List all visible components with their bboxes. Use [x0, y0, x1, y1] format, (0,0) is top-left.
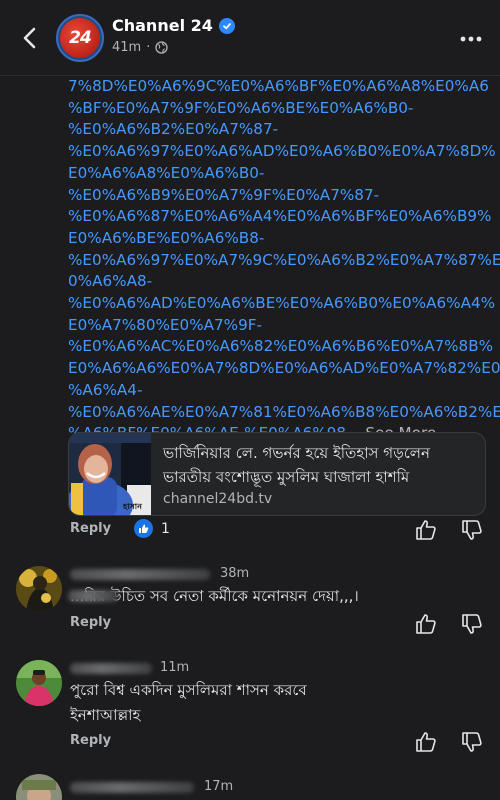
- commenter-name-blurred[interactable]: [70, 569, 210, 580]
- commenter-avatar-image: [16, 774, 62, 800]
- commenter-avatar-image: [16, 566, 62, 612]
- preview-thumbnail: হাসান: [69, 433, 151, 515]
- like-count: 1: [161, 520, 170, 537]
- commenter-name-blurred[interactable]: [70, 782, 194, 793]
- link-line[interactable]: %E0%A6%AC%E0%A6%82%E0%A6%B6%E0%A7%8B%: [68, 337, 493, 355]
- commenter-name-blurred[interactable]: [70, 663, 152, 674]
- link-line[interactable]: %E0%A6%97%E0%A6%AD%E0%A6%B0%E0%A7%8D%: [68, 142, 496, 160]
- link-line[interactable]: %E0%A6%B9%E0%A7%9F%E0%A7%87-: [68, 186, 379, 204]
- link-preview-card[interactable]: হাসান ভার্জিনিয়ার লে. গভর্নর হয়ে ইতিহা…: [68, 432, 486, 516]
- verified-badge-icon: [218, 17, 235, 34]
- link-line[interactable]: %E0%A6%AE%E0%A7%81%E0%A6%B8%E0%A6%B2%E0: [68, 403, 500, 421]
- commenter-avatar-image: [16, 660, 62, 706]
- globe-icon: [155, 41, 169, 54]
- link-line[interactable]: E0%A6%A6%E0%A7%8D%E0%A6%AD%E0%A7%82%E0: [68, 359, 500, 377]
- comment-text-line: ইনশাআল্লাহ: [70, 706, 141, 724]
- comment-reply-button[interactable]: Reply: [70, 615, 111, 630]
- link-line[interactable]: %E0%A6%B2%E0%A7%87-: [68, 120, 278, 138]
- link-line[interactable]: E0%A7%80%E0%A7%9F-: [68, 316, 262, 334]
- comments-screen: 24 Channel 24 41m · 7%8D%E0%A6%9C%E0%A6%…: [0, 0, 500, 800]
- post-time[interactable]: 41m: [112, 40, 141, 55]
- comment-time[interactable]: 17m: [204, 779, 233, 794]
- comment-reply-button[interactable]: Reply: [70, 733, 111, 748]
- commenter-avatar[interactable]: [16, 660, 62, 706]
- commenter-avatar[interactable]: [16, 774, 62, 800]
- comment-text: ...রির উচিত সব নেতা কর্মীকে মনোনয়ন দেয়…: [70, 587, 359, 605]
- post-link-text[interactable]: 7%8D%E0%A6%9C%E0%A6%BF%E0%A6%A8%E0%A6 %B…: [68, 76, 500, 445]
- link-line[interactable]: %E0%A6%97%E0%A7%9C%E0%A6%B2%E0%A7%87%E: [68, 251, 500, 269]
- link-line[interactable]: 0%A6%A8-: [68, 272, 152, 290]
- preview-thumbnail-caption: হাসান: [123, 502, 142, 511]
- more-horizontal-icon[interactable]: [458, 26, 484, 52]
- link-line[interactable]: %A6%A4-: [68, 381, 142, 399]
- post-reply-button[interactable]: Reply: [70, 521, 111, 536]
- blurred-mention: [68, 590, 118, 602]
- preview-title[interactable]: ভার্জিনিয়ার লে. গভর্নর হয়ে ইতিহাস গড়ল…: [163, 441, 481, 489]
- comment-text-line: পুরো বিশ্ব একদিন মুসলিমরা শাসন করবে: [70, 681, 307, 699]
- back-arrow-icon[interactable]: [16, 24, 44, 52]
- upvote-icon[interactable]: [414, 518, 438, 542]
- channel-logo-text: 24: [60, 18, 100, 58]
- page-name-row[interactable]: Channel 24: [112, 16, 235, 35]
- link-line[interactable]: E0%A6%BE%E0%A6%B8-: [68, 229, 264, 247]
- downvote-icon[interactable]: [460, 730, 484, 754]
- link-line[interactable]: %BF%E0%A7%9F%E0%A6%BE%E0%A6%B0-: [68, 99, 413, 117]
- downvote-icon[interactable]: [460, 612, 484, 636]
- comment-time[interactable]: 11m: [160, 660, 189, 675]
- link-line[interactable]: E0%A6%A8%E0%A6%B0-: [68, 164, 264, 182]
- link-line[interactable]: 7%8D%E0%A6%9C%E0%A6%BF%E0%A6%A8%E0%A6: [68, 77, 489, 95]
- comment-text: পুরো বিশ্ব একদিন মুসলিমরা শাসন করবে ইনশা…: [70, 678, 450, 728]
- upvote-icon[interactable]: [414, 612, 438, 636]
- link-line[interactable]: %E0%A6%87%E0%A6%A4%E0%A6%BF%E0%A6%B9%: [68, 207, 491, 225]
- post-header: 24 Channel 24 41m ·: [0, 0, 500, 76]
- downvote-icon[interactable]: [460, 518, 484, 542]
- link-line[interactable]: %E0%A6%AD%E0%A6%BE%E0%A6%B0%E0%A6%A4%: [68, 294, 495, 312]
- preview-domain: channel24bd.tv: [163, 491, 273, 507]
- post-meta: 41m ·: [112, 40, 169, 55]
- comment-time[interactable]: 38m: [220, 566, 249, 581]
- upvote-icon[interactable]: [414, 730, 438, 754]
- page-avatar[interactable]: 24: [56, 14, 104, 62]
- reaction-summary[interactable]: 1: [134, 519, 170, 538]
- like-reaction-icon: [134, 519, 153, 538]
- page-name[interactable]: Channel 24: [112, 16, 213, 35]
- commenter-avatar[interactable]: [16, 566, 62, 612]
- meta-dot: ·: [146, 40, 151, 55]
